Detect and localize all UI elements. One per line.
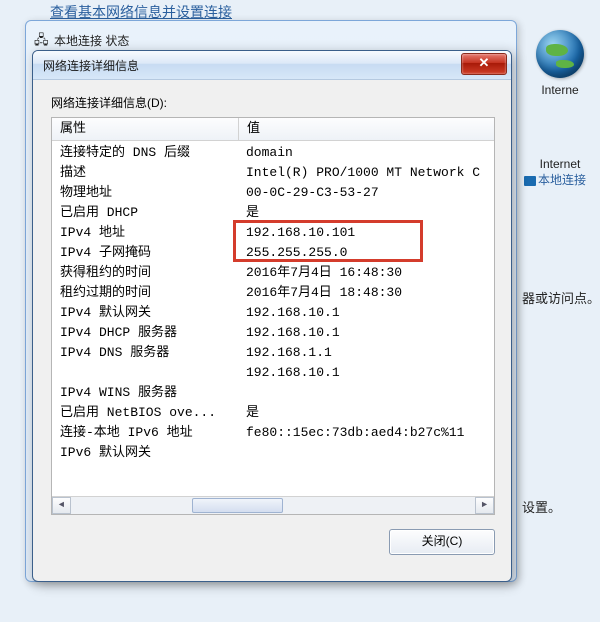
details-group-label: 网络连接详细信息(D): (51, 94, 495, 111)
table-row[interactable]: 获得租约的时间2016年7月4日 16:48:30 (52, 263, 494, 283)
row-property: 连接特定的 DNS 后缀 (52, 143, 238, 163)
listview-header[interactable]: 属性 值 (52, 118, 494, 141)
table-row[interactable]: IPv6 默认网关 (52, 443, 494, 463)
internet-label-2: Internet (520, 157, 600, 171)
row-value: 是 (238, 403, 494, 423)
row-property: 获得租约的时间 (52, 263, 238, 283)
row-value: 192.168.10.101 (238, 223, 494, 243)
table-row[interactable]: 已启用 NetBIOS ove...是 (52, 403, 494, 423)
row-property: IPv4 WINS 服务器 (52, 383, 238, 403)
table-row[interactable]: IPv4 地址192.168.10.101 (52, 223, 494, 243)
scroll-track[interactable] (71, 497, 475, 514)
row-property: IPv4 子网掩码 (52, 243, 238, 263)
table-row[interactable]: 物理地址00-0C-29-C3-53-27 (52, 183, 494, 203)
row-property: IPv4 默认网关 (52, 303, 238, 323)
row-property: 租约过期的时间 (52, 283, 238, 303)
row-value: 00-0C-29-C3-53-27 (238, 183, 494, 203)
row-value: 192.168.1.1 (238, 343, 494, 363)
header-property[interactable]: 属性 (52, 118, 239, 140)
row-value: 192.168.10.1 (238, 363, 494, 383)
row-value: 是 (238, 203, 494, 223)
table-row[interactable]: IPv4 子网掩码255.255.255.0 (52, 243, 494, 263)
row-value: domain (238, 143, 494, 163)
row-value: 192.168.10.1 (238, 323, 494, 343)
row-value: 2016年7月4日 18:48:30 (238, 283, 494, 303)
table-row[interactable]: IPv4 DHCP 服务器192.168.10.1 (52, 323, 494, 343)
horizontal-scrollbar[interactable]: ◄ ► (52, 496, 494, 514)
close-button[interactable]: 关闭(C) (389, 529, 495, 555)
table-row[interactable]: 192.168.10.1 (52, 363, 494, 383)
table-row[interactable]: 租约过期的时间2016年7月4日 18:48:30 (52, 283, 494, 303)
row-value: 255.255.255.0 (238, 243, 494, 263)
status-window-title: 本地连接 状态 (54, 32, 129, 49)
table-row[interactable]: IPv4 DNS 服务器192.168.1.1 (52, 343, 494, 363)
row-property: IPv4 地址 (52, 223, 238, 243)
row-property: IPv6 默认网关 (52, 443, 238, 463)
local-connection-link[interactable]: 本地连接 (520, 171, 600, 188)
scroll-left-button[interactable]: ◄ (52, 497, 71, 514)
table-row[interactable]: 连接-本地 IPv6 地址fe80::15ec:73db:aed4:b27c%1… (52, 423, 494, 443)
internet-label: Interne (520, 83, 600, 97)
close-icon[interactable]: ✕ (461, 53, 507, 75)
row-property: 已启用 DHCP (52, 203, 238, 223)
computer-icon (524, 176, 536, 186)
row-value: fe80::15ec:73db:aed4:b27c%11 (238, 423, 494, 443)
partial-text-2: 设置。 (520, 497, 600, 516)
row-property (52, 363, 238, 383)
row-property: IPv4 DHCP 服务器 (52, 323, 238, 343)
header-value[interactable]: 值 (239, 118, 494, 140)
partial-text-1: 器或访问点。 (520, 288, 600, 307)
row-value: 192.168.10.1 (238, 303, 494, 323)
details-listview[interactable]: 属性 值 连接特定的 DNS 后缀domain描述Intel(R) PRO/10… (51, 117, 495, 515)
details-title: 网络连接详细信息 (43, 57, 139, 74)
network-icon (34, 33, 48, 47)
details-dialog: 网络连接详细信息 ✕ 网络连接详细信息(D): 属性 值 连接特定的 DNS 后… (32, 50, 512, 582)
row-value: 2016年7月4日 16:48:30 (238, 263, 494, 283)
table-row[interactable]: IPv4 WINS 服务器 (52, 383, 494, 403)
row-value (238, 443, 494, 463)
row-property: 已启用 NetBIOS ove... (52, 403, 238, 423)
row-property: 连接-本地 IPv6 地址 (52, 423, 238, 443)
scroll-right-button[interactable]: ► (475, 497, 494, 514)
view-network-info-link[interactable]: 查看基本网络信息并设置连接 (50, 2, 232, 22)
table-row[interactable]: 已启用 DHCP是 (52, 203, 494, 223)
row-value: Intel(R) PRO/1000 MT Network C (238, 163, 494, 183)
table-row[interactable]: 连接特定的 DNS 后缀domain (52, 143, 494, 163)
right-panel: Interne Internet 本地连接 器或访问点。 设置。 (520, 0, 600, 622)
table-row[interactable]: 描述Intel(R) PRO/1000 MT Network C (52, 163, 494, 183)
globe-icon (536, 30, 584, 78)
scroll-thumb[interactable] (192, 498, 283, 513)
row-property: 物理地址 (52, 183, 238, 203)
row-property: IPv4 DNS 服务器 (52, 343, 238, 363)
details-titlebar[interactable]: 网络连接详细信息 ✕ (33, 51, 511, 80)
table-row[interactable]: IPv4 默认网关192.168.10.1 (52, 303, 494, 323)
row-value (238, 383, 494, 403)
row-property: 描述 (52, 163, 238, 183)
